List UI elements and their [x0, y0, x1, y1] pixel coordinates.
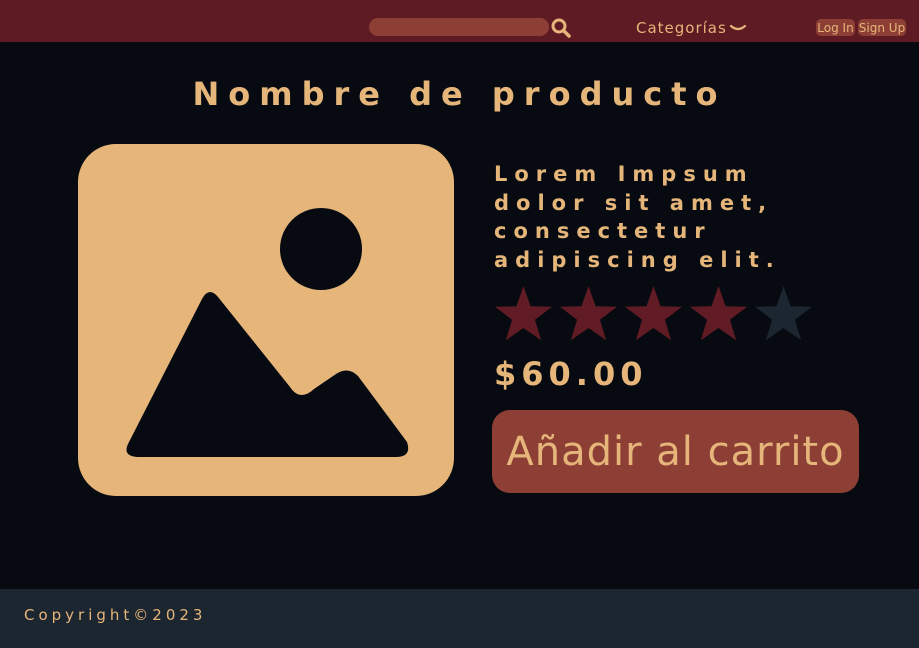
copyright-text: Copyright©2023 [24, 606, 207, 624]
star-rating [492, 284, 815, 344]
description-line: consectetur [494, 219, 712, 243]
image-placeholder-icon [78, 144, 454, 496]
star-filled-icon [689, 286, 748, 341]
signup-button[interactable]: Sign Up [858, 19, 906, 36]
product-description: Lorem Impsum dolor sit amet, consectetur… [494, 160, 824, 274]
star-filled-icon [559, 286, 618, 341]
search-button[interactable] [550, 17, 572, 39]
star-filled-icon [494, 286, 553, 341]
star-empty-icon [754, 286, 813, 341]
product-title: Nombre de producto [192, 75, 727, 113]
footer: Copyright©2023 [0, 589, 919, 648]
login-button[interactable]: Log In [816, 19, 855, 36]
description-line: dolor sit amet, [494, 190, 774, 215]
categories-label: Categorías [636, 19, 727, 37]
search-icon [551, 18, 571, 38]
star-filled-icon [624, 286, 683, 341]
categories-dropdown[interactable]: Categorías [636, 17, 747, 39]
top-navbar: Categorías Log In Sign Up [0, 0, 919, 42]
description-line: Lorem Impsum [494, 162, 754, 186]
chevron-down-icon [729, 24, 746, 31]
description-line: adipiscing elit. [494, 247, 781, 272]
search-input[interactable] [369, 18, 549, 36]
add-to-cart-button[interactable]: Añadir al carrito [492, 410, 859, 493]
product-price: $60.00 [494, 355, 648, 393]
